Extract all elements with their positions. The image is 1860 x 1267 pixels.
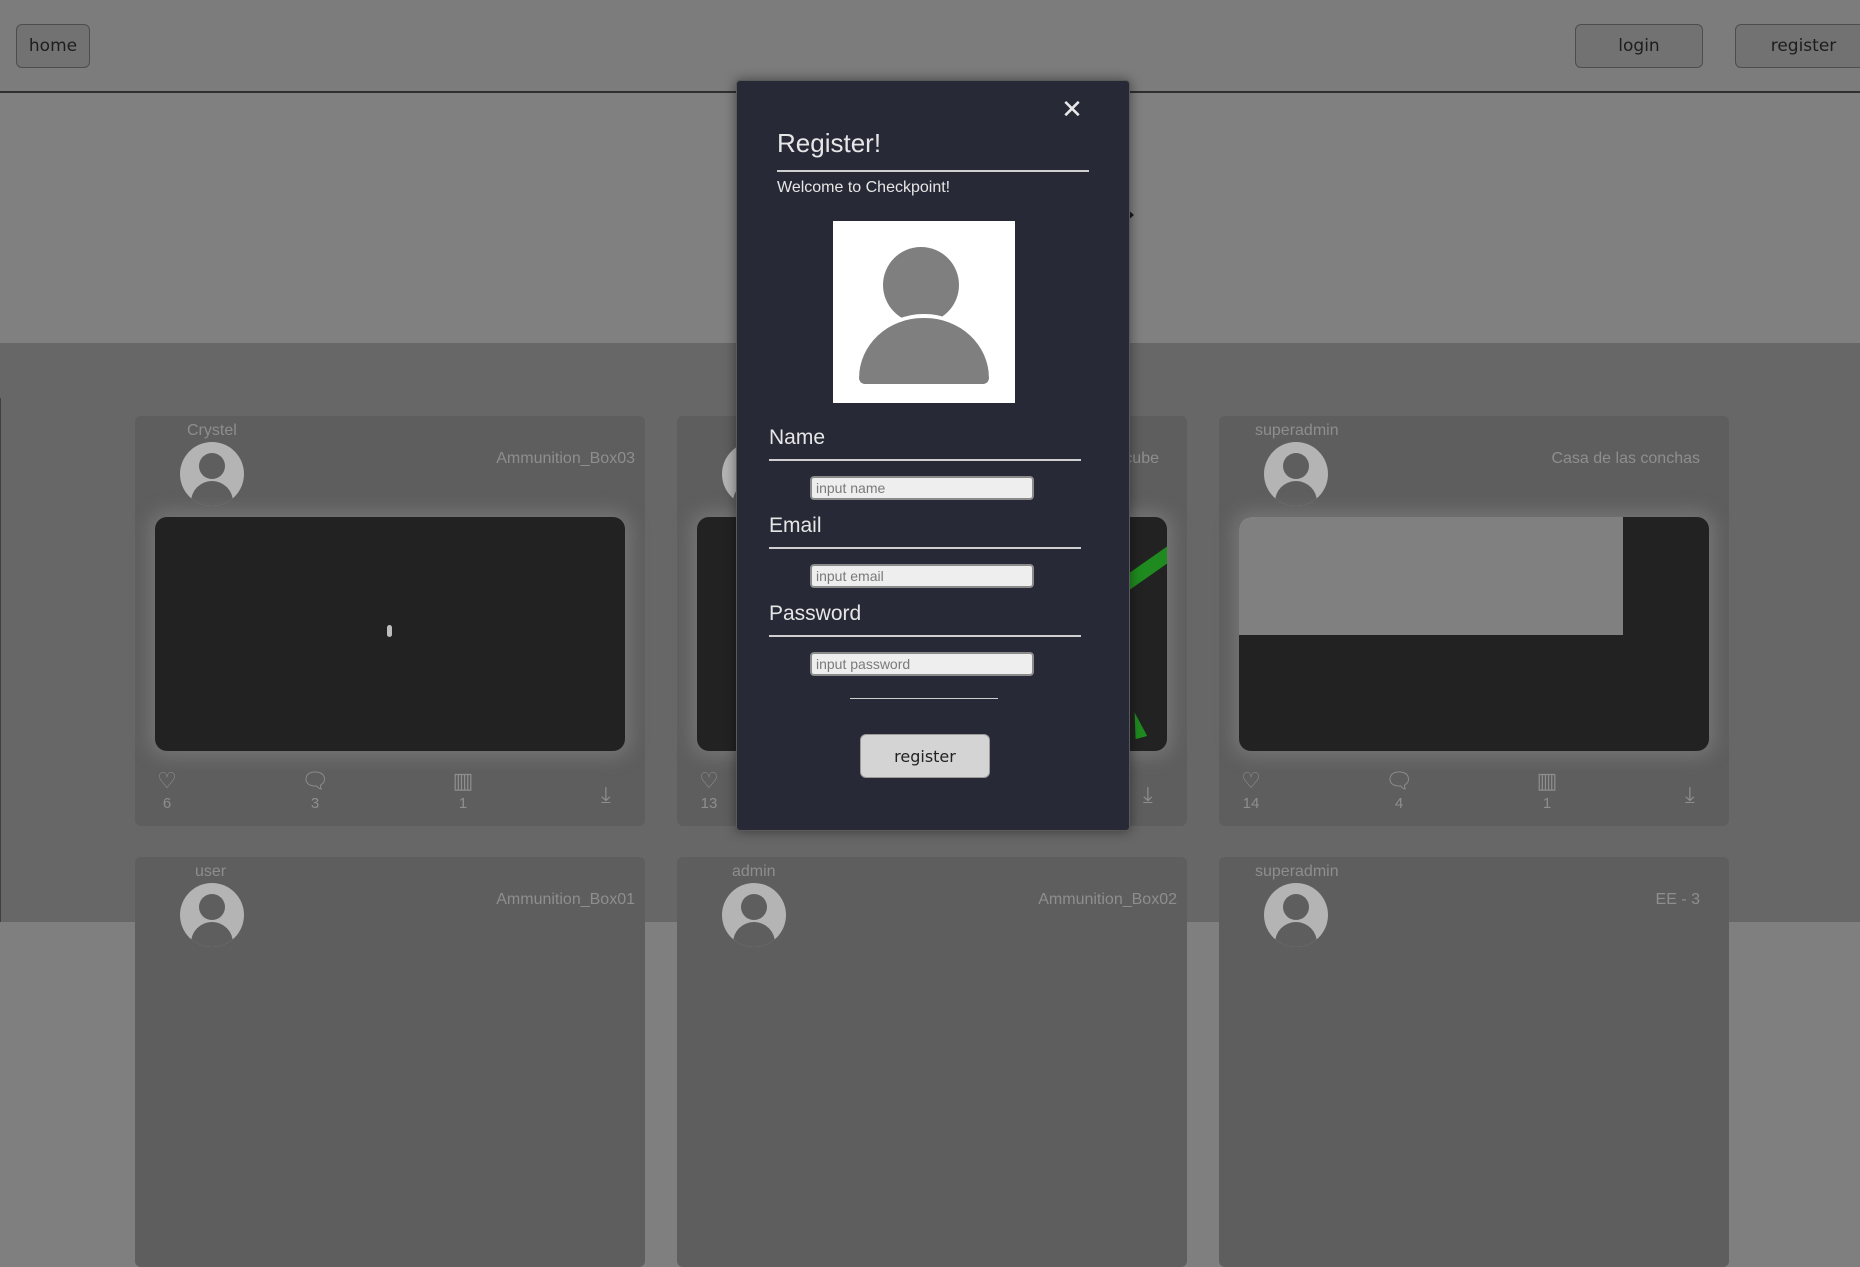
heart-icon[interactable]: ♡ bbox=[1231, 770, 1271, 792]
card-username[interactable]: user bbox=[195, 863, 226, 881]
card-model-name[interactable]: Ammunition_Box02 bbox=[1038, 891, 1177, 909]
login-button[interactable]: login bbox=[1575, 24, 1703, 68]
model-card[interactable]: superadmin EE - 3 bbox=[1219, 857, 1729, 1267]
home-button[interactable]: home bbox=[16, 24, 90, 68]
comment-icon[interactable]: 🗨 bbox=[1379, 770, 1419, 792]
card-model-name[interactable]: Casa de las conchas bbox=[1551, 450, 1700, 468]
register-modal: ✕ Register! Welcome to Checkpoint! Name … bbox=[736, 80, 1130, 831]
user-avatar-icon[interactable] bbox=[180, 883, 244, 947]
model-preview bbox=[387, 625, 392, 637]
divider bbox=[850, 698, 998, 699]
heart-icon[interactable]: ♡ bbox=[689, 770, 729, 792]
welcome-text: Welcome to Checkpoint! bbox=[777, 179, 951, 196]
model-viewer[interactable] bbox=[155, 517, 625, 751]
avatar-icon bbox=[883, 247, 959, 323]
divider bbox=[769, 635, 1081, 637]
close-icon[interactable]: ✕ bbox=[1057, 95, 1087, 125]
password-field[interactable] bbox=[810, 652, 1034, 676]
like-stat[interactable]: ♡ 6 bbox=[147, 770, 187, 813]
email-field[interactable] bbox=[810, 564, 1034, 588]
like-count: 13 bbox=[700, 795, 718, 812]
model-card[interactable]: Crystel Ammunition_Box03 ♡ 6 🗨 3 ▥ 1 ⤓ bbox=[135, 416, 645, 826]
password-label: Password bbox=[769, 602, 862, 625]
email-label: Email bbox=[769, 514, 822, 537]
collection-stat[interactable]: ▥ 1 bbox=[1527, 770, 1567, 813]
user-avatar-icon[interactable] bbox=[722, 883, 786, 947]
card-model-name[interactable]: Ammunition_Box03 bbox=[496, 450, 635, 468]
divider bbox=[769, 459, 1081, 461]
model-viewer[interactable] bbox=[1239, 517, 1709, 751]
register-nav-button[interactable]: register bbox=[1735, 24, 1860, 68]
model-card[interactable]: superadmin Casa de las conchas ♡ 14 🗨 4 ▥ 1… bbox=[1219, 416, 1729, 826]
comment-icon[interactable]: 🗨 bbox=[295, 770, 335, 792]
model-card[interactable]: admin Ammunition_Box02 bbox=[677, 857, 1187, 1267]
model-card[interactable]: user Ammunition_Box01 bbox=[135, 857, 645, 1267]
divider bbox=[0, 398, 1, 922]
divider bbox=[777, 170, 1089, 172]
like-count: 14 bbox=[1242, 795, 1260, 812]
collection-count: 1 bbox=[1542, 795, 1552, 812]
library-icon[interactable]: ▥ bbox=[443, 770, 483, 792]
comment-stat[interactable]: 🗨 3 bbox=[295, 770, 335, 813]
model-preview bbox=[1128, 710, 1148, 740]
download-icon[interactable]: ⤓ bbox=[1685, 782, 1695, 808]
like-count: 6 bbox=[162, 795, 172, 812]
heart-icon[interactable]: ♡ bbox=[147, 770, 187, 792]
like-stat[interactable]: ♡ 13 bbox=[689, 770, 729, 813]
user-avatar-icon[interactable] bbox=[180, 442, 244, 506]
card-username[interactable]: superadmin bbox=[1255, 863, 1339, 881]
card-model-name[interactable]: EE - 3 bbox=[1656, 891, 1700, 909]
name-field[interactable] bbox=[810, 476, 1034, 500]
collection-count: 1 bbox=[458, 795, 468, 812]
card-username[interactable]: Crystel bbox=[187, 422, 237, 440]
download-icon[interactable]: ⤓ bbox=[601, 782, 611, 808]
library-icon[interactable]: ▥ bbox=[1527, 770, 1567, 792]
model-preview bbox=[1239, 517, 1623, 635]
collection-stat[interactable]: ▥ 1 bbox=[443, 770, 483, 813]
card-username[interactable]: admin bbox=[732, 863, 776, 881]
download-icon[interactable]: ⤓ bbox=[1143, 782, 1153, 808]
comment-count: 3 bbox=[310, 795, 320, 812]
divider bbox=[769, 547, 1081, 549]
avatar-upload[interactable] bbox=[833, 221, 1015, 403]
comment-count: 4 bbox=[1394, 795, 1404, 812]
register-button[interactable]: register bbox=[860, 734, 990, 778]
modal-title: Register! bbox=[777, 128, 882, 158]
comment-stat[interactable]: 🗨 4 bbox=[1379, 770, 1419, 813]
like-stat[interactable]: ♡ 14 bbox=[1231, 770, 1271, 813]
card-model-name[interactable]: Ammunition_Box01 bbox=[496, 891, 635, 909]
name-label: Name bbox=[769, 426, 826, 449]
user-avatar-icon[interactable] bbox=[1264, 442, 1328, 506]
card-username[interactable]: superadmin bbox=[1255, 422, 1339, 440]
user-avatar-icon[interactable] bbox=[1264, 883, 1328, 947]
